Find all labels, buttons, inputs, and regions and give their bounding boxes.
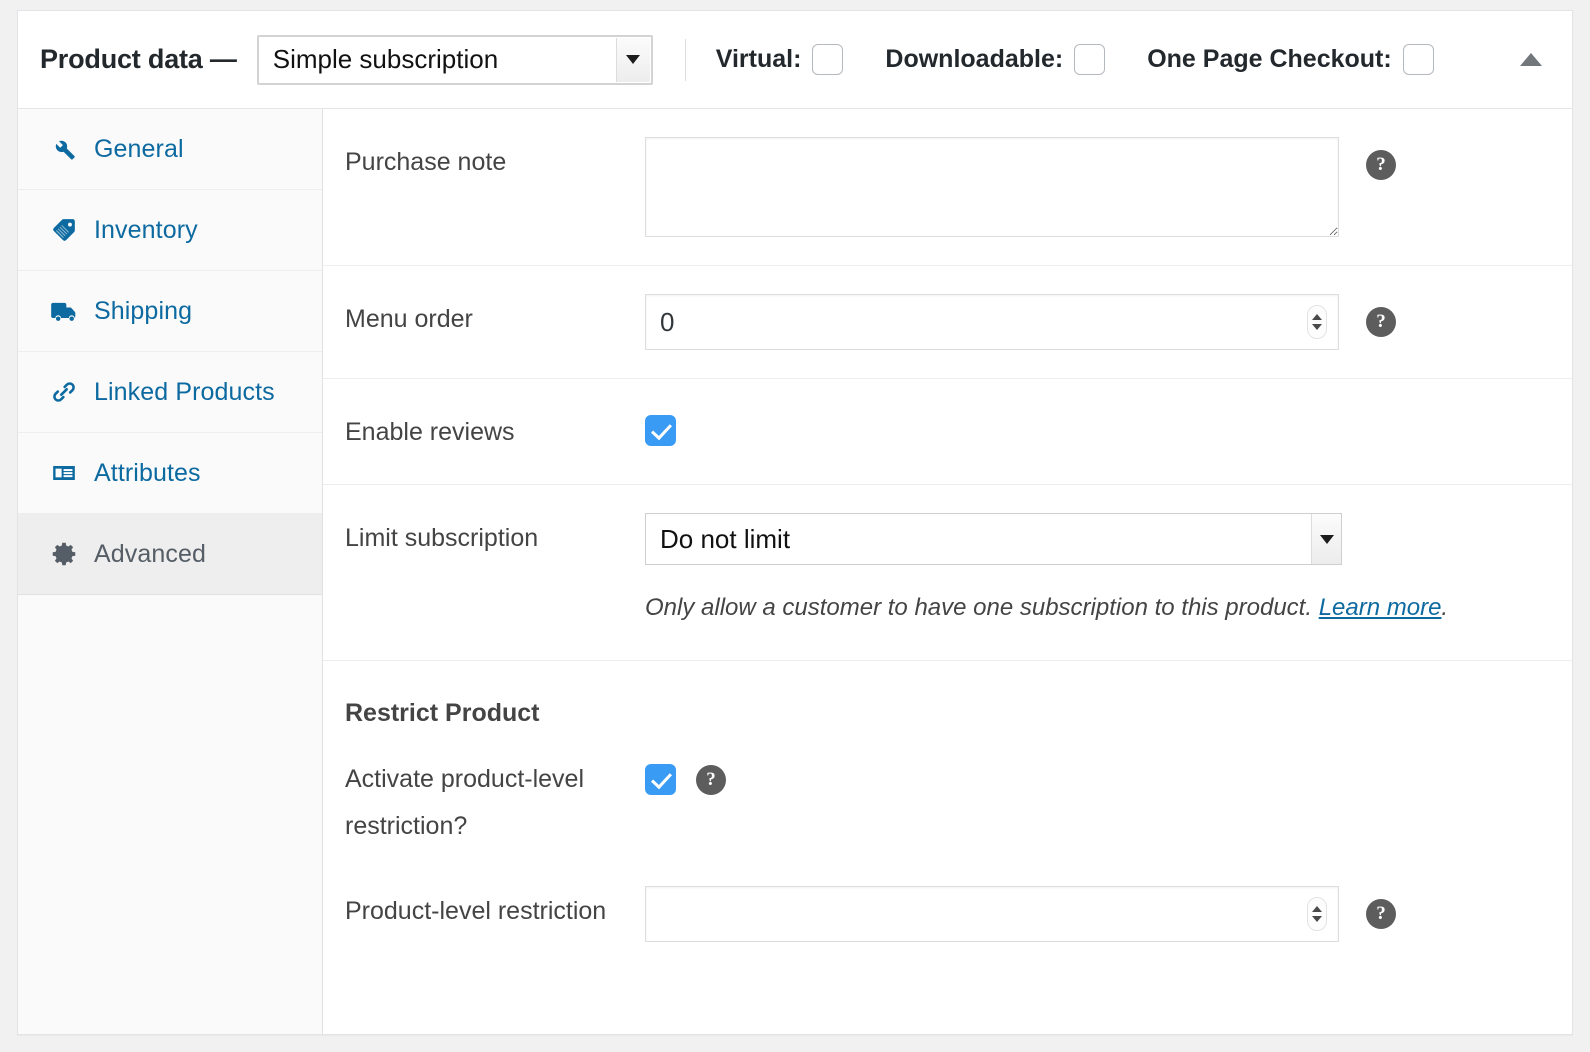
tab-inventory[interactable]: Inventory <box>18 190 322 271</box>
limit-subscription-description: Only allow a customer to have one subscr… <box>645 585 1475 632</box>
activate-restriction-help-icon[interactable]: ? <box>696 764 726 795</box>
tab-attributes[interactable]: Attributes <box>18 433 322 514</box>
limit-subscription-description-end: . <box>1441 594 1449 621</box>
product-data-tabs: General Inventory Shipping Linked Produc… <box>18 109 323 1034</box>
learn-more-link[interactable]: Learn more <box>1319 594 1442 621</box>
virtual-checkbox-row[interactable]: Virtual: <box>716 44 844 75</box>
product-level-restriction-row: Product-level restriction ? <box>323 860 1572 970</box>
one-page-checkout-label: One Page Checkout: <box>1147 45 1392 73</box>
link-icon <box>49 377 79 407</box>
downloadable-checkbox[interactable] <box>1074 44 1106 75</box>
menu-order-stepper[interactable] <box>1307 305 1327 339</box>
panel-header: Product data — Simple subscription Virtu… <box>18 11 1572 109</box>
menu-order-field <box>645 294 1339 350</box>
chevron-up-icon <box>1312 314 1322 320</box>
tab-general[interactable]: General <box>18 109 322 190</box>
activate-restriction-label-line2: restriction? <box>345 811 468 840</box>
collapse-panel-toggle[interactable] <box>1514 43 1548 77</box>
purchase-note-label: Purchase note <box>345 148 507 176</box>
truck-icon <box>49 296 79 326</box>
wrench-icon <box>49 134 79 164</box>
product-level-restriction-help-icon[interactable]: ? <box>1366 898 1396 929</box>
chevron-up-icon <box>1312 905 1322 912</box>
menu-order-input[interactable] <box>645 294 1339 350</box>
chevron-down-icon <box>615 37 650 82</box>
product-level-restriction-input[interactable] <box>645 885 1339 942</box>
tab-advanced-label: Advanced <box>94 539 206 568</box>
virtual-checkbox[interactable] <box>812 44 844 75</box>
product-type-value: Simple subscription <box>272 44 499 74</box>
tab-shipping[interactable]: Shipping <box>18 271 322 352</box>
limit-subscription-select[interactable]: Do not limit <box>645 513 1342 565</box>
virtual-label: Virtual: <box>715 45 802 73</box>
chevron-down-icon <box>1312 915 1322 922</box>
tab-advanced[interactable]: Advanced <box>18 514 322 595</box>
header-divider <box>684 38 686 81</box>
enable-reviews-label: Enable reviews <box>345 418 515 446</box>
panel-body: General Inventory Shipping Linked Produc… <box>18 109 1572 1034</box>
product-type-select[interactable]: Simple subscription <box>256 34 653 85</box>
activate-restriction-label: Activate product-level restriction? <box>345 756 645 850</box>
menu-order-label: Menu order <box>345 305 473 333</box>
page-title: Product data — <box>40 44 237 74</box>
one-page-checkout-checkbox-row[interactable]: One Page Checkout: <box>1147 44 1434 75</box>
activate-restriction-checkbox[interactable] <box>645 763 676 795</box>
downloadable-checkbox-row[interactable]: Downloadable: <box>885 44 1106 75</box>
limit-subscription-label: Limit subscription <box>345 524 539 552</box>
product-level-restriction-stepper[interactable] <box>1307 896 1327 931</box>
gear-icon <box>49 539 79 569</box>
menu-order-help-icon[interactable]: ? <box>1366 307 1396 337</box>
list-icon <box>49 458 79 488</box>
limit-subscription-value: Do not limit <box>660 523 791 554</box>
tab-general-label: General <box>94 134 184 163</box>
menu-order-row: Menu order ? <box>323 266 1572 379</box>
downloadable-label: Downloadable: <box>885 45 1064 73</box>
limit-subscription-description-text: Only allow a customer to have one subscr… <box>645 594 1319 621</box>
product-level-restriction-field <box>645 885 1339 942</box>
limit-subscription-row: Limit subscription Do not limit Only all… <box>323 485 1572 661</box>
tab-attributes-label: Attributes <box>94 458 201 487</box>
tab-linked-products[interactable]: Linked Products <box>18 352 322 433</box>
restrict-product-section-title: Restrict Product <box>345 698 540 727</box>
purchase-note-help-icon[interactable]: ? <box>1366 150 1396 180</box>
chevron-down-icon <box>1311 514 1341 564</box>
triangle-up-icon <box>1520 53 1542 66</box>
tab-shipping-label: Shipping <box>94 296 193 325</box>
purchase-note-row: Purchase note ? <box>323 109 1572 266</box>
chevron-down-icon <box>1312 324 1322 330</box>
product-data-panel: Product data — Simple subscription Virtu… <box>17 10 1573 1035</box>
tab-inventory-label: Inventory <box>94 215 198 244</box>
enable-reviews-checkbox[interactable] <box>645 415 676 446</box>
activate-restriction-row: Activate product-level restriction? ? <box>323 734 1572 860</box>
header-checkbox-group: Virtual: Downloadable: One Page Checkout… <box>716 44 1434 75</box>
purchase-note-input[interactable] <box>645 137 1339 237</box>
product-level-restriction-label: Product-level restriction <box>345 896 607 925</box>
tag-icon <box>49 215 79 245</box>
advanced-panel-content: Purchase note ? Menu order 0 ? Enable re… <box>323 109 1572 1034</box>
tab-linked-products-label: Linked Products <box>94 377 275 406</box>
one-page-checkout-checkbox[interactable] <box>1402 44 1434 75</box>
enable-reviews-row: Enable reviews <box>323 379 1572 485</box>
activate-restriction-label-line1: Activate product-level <box>345 764 585 793</box>
